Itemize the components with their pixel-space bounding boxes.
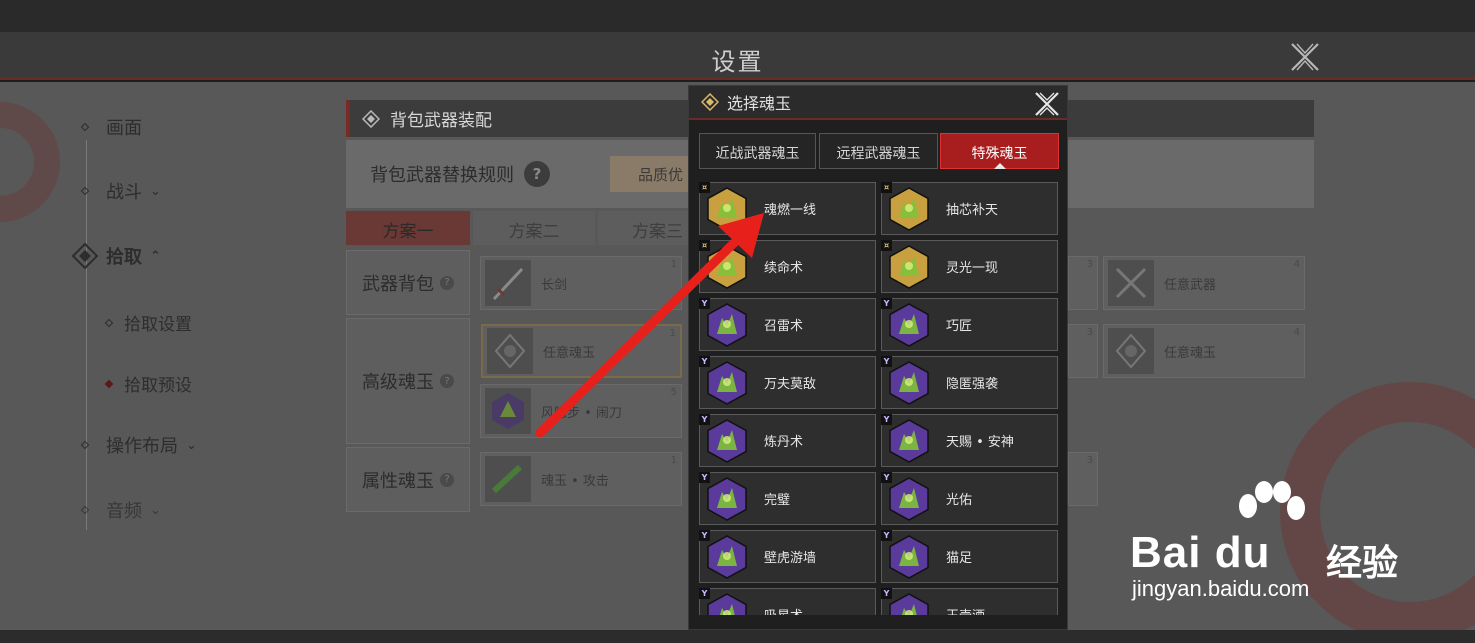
rank-badge: ¤ [699, 240, 710, 251]
rank-badge: Y [699, 472, 710, 483]
watermark-url: jingyan.baidu.com [1132, 576, 1310, 601]
rank-badge: Y [699, 356, 710, 367]
rank-badge: Y [699, 588, 710, 599]
baidu-jingyan-watermark: Bai du 经验 jingyan.baidu.com [1120, 480, 1420, 610]
watermark-brand: Bai du [1130, 528, 1271, 577]
rank-badge: Y [881, 298, 892, 309]
rank-badge: Y [699, 298, 710, 309]
rank-badge: ¤ [881, 182, 892, 193]
rank-badge: Y [881, 472, 892, 483]
game-settings-screen: 设置 画面 战斗 ⌄ 拾取 ⌃ 拾取设置 拾取预设 操作布局 ⌄ 音频 ⌄ 背包… [0, 0, 1475, 643]
watermark-jingyan: 经验 [1326, 543, 1399, 584]
rank-badge: Y [699, 530, 710, 541]
rank-badge: Y [881, 588, 892, 599]
rank-badge: Y [881, 356, 892, 367]
rank-badge: ¤ [881, 240, 892, 251]
rank-badge: ¤ [699, 182, 710, 193]
rank-badge: Y [881, 414, 892, 425]
rank-badge: Y [881, 530, 892, 541]
rank-badge: Y [699, 414, 710, 425]
